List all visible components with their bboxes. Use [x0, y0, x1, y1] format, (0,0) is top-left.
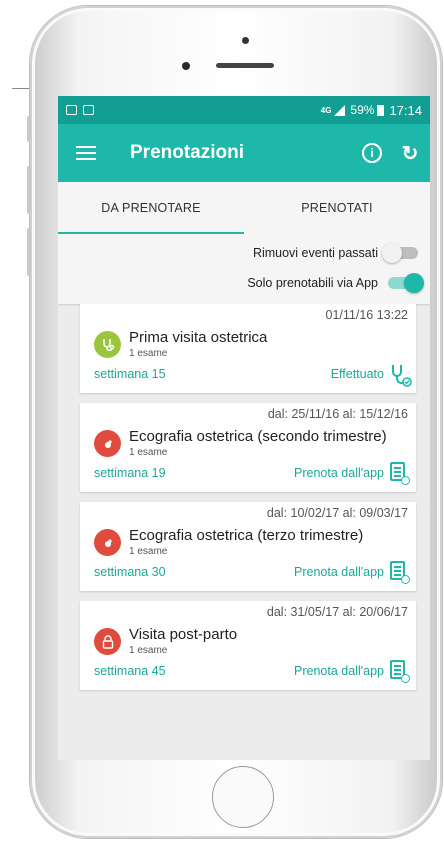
proximity-sensor [182, 62, 190, 70]
clock: 17:14 [389, 102, 422, 118]
network-type: 4G [320, 105, 332, 115]
card-action[interactable]: Prenota dall'app [294, 565, 384, 579]
card-date: 01/11/16 13:22 [325, 308, 408, 322]
card-action[interactable]: Prenota dall'app [294, 664, 384, 678]
tab-bar: DA PRENOTARE PRENOTATI [58, 182, 430, 234]
card-action[interactable]: Prenota dall'app [294, 466, 384, 480]
card-date: dal: 31/05/17 al: 20/06/17 [266, 605, 408, 619]
booking-card[interactable]: dal: 10/02/17 al: 09/03/17 Ecografia ost… [80, 502, 416, 591]
card-exam-count: 1 esame [129, 348, 168, 359]
signal-icon [334, 104, 346, 116]
card-title: Ecografia ostetrica (secondo trimestre) [129, 428, 387, 445]
remove-past-toggle[interactable] [382, 243, 418, 263]
ultrasound-icon [94, 430, 121, 457]
booking-list: 01/11/16 13:22 Prima visita ostetrica 1 … [58, 304, 430, 690]
tab-prenotati[interactable]: PRENOTATI [244, 182, 430, 234]
booking-card[interactable]: dal: 31/05/17 al: 20/06/17 Visita post-p… [80, 601, 416, 690]
app-screen: 4G 59% 17:14 Prenotazioni i ↻ DA PRENOTA… [58, 96, 430, 760]
history-icon[interactable]: ↻ [400, 143, 420, 165]
active-tab-indicator [58, 232, 244, 234]
lock-icon [94, 628, 121, 655]
card-date: dal: 10/02/17 al: 09/03/17 [266, 506, 408, 520]
card-exam-count: 1 esame [129, 645, 168, 656]
card-action: Effettuato [330, 367, 384, 381]
tab-da-prenotare[interactable]: DA PRENOTARE [58, 182, 244, 234]
card-week: settimana 15 [94, 367, 166, 381]
download-notification-icon [83, 105, 94, 115]
app-only-toggle[interactable] [388, 273, 424, 293]
card-week: settimana 45 [94, 664, 166, 678]
filters-panel: Rimuovi eventi passati Solo prenotabili … [58, 234, 430, 304]
card-exam-count: 1 esame [129, 447, 168, 458]
document-icon[interactable] [390, 561, 410, 584]
status-bar: 4G 59% 17:14 [58, 96, 430, 124]
volume-down-button [27, 228, 31, 276]
card-title: Visita post-parto [129, 626, 238, 643]
card-date: dal: 25/11/16 al: 15/12/16 [267, 407, 408, 421]
filter-label: Rimuovi eventi passati [252, 246, 378, 260]
booking-card[interactable]: 01/11/16 13:22 Prima visita ostetrica 1 … [80, 304, 416, 393]
app-bar: Prenotazioni i ↻ [58, 124, 430, 182]
earpiece-speaker [216, 63, 274, 68]
filter-label: Solo prenotabili via App [247, 276, 378, 290]
info-icon[interactable]: i [362, 143, 382, 163]
booking-card[interactable]: dal: 25/11/16 al: 15/12/16 Ecografia ost… [80, 403, 416, 492]
battery-percent: 59% [350, 103, 375, 117]
document-icon[interactable] [390, 660, 410, 683]
card-title: Ecografia ostetrica (terzo trimestre) [129, 527, 364, 544]
filter-remove-past: Rimuovi eventi passati [58, 238, 418, 268]
front-camera [242, 37, 249, 44]
ultrasound-icon [94, 529, 121, 556]
page-title: Prenotazioni [130, 142, 245, 163]
filter-app-only: Solo prenotabili via App [58, 268, 424, 298]
card-exam-count: 1 esame [129, 546, 168, 557]
stethoscope-icon [94, 331, 121, 358]
document-icon[interactable] [390, 462, 410, 485]
volume-up-button [27, 166, 31, 214]
stethoscope-check-icon [390, 363, 412, 387]
battery-icon [377, 104, 385, 116]
menu-icon[interactable] [76, 146, 96, 160]
card-title: Prima visita ostetrica [129, 329, 268, 346]
card-week: settimana 19 [94, 466, 166, 480]
gallery-notification-icon [66, 105, 77, 115]
mute-switch [27, 116, 31, 142]
home-button[interactable] [212, 766, 274, 828]
card-week: settimana 30 [94, 565, 166, 579]
